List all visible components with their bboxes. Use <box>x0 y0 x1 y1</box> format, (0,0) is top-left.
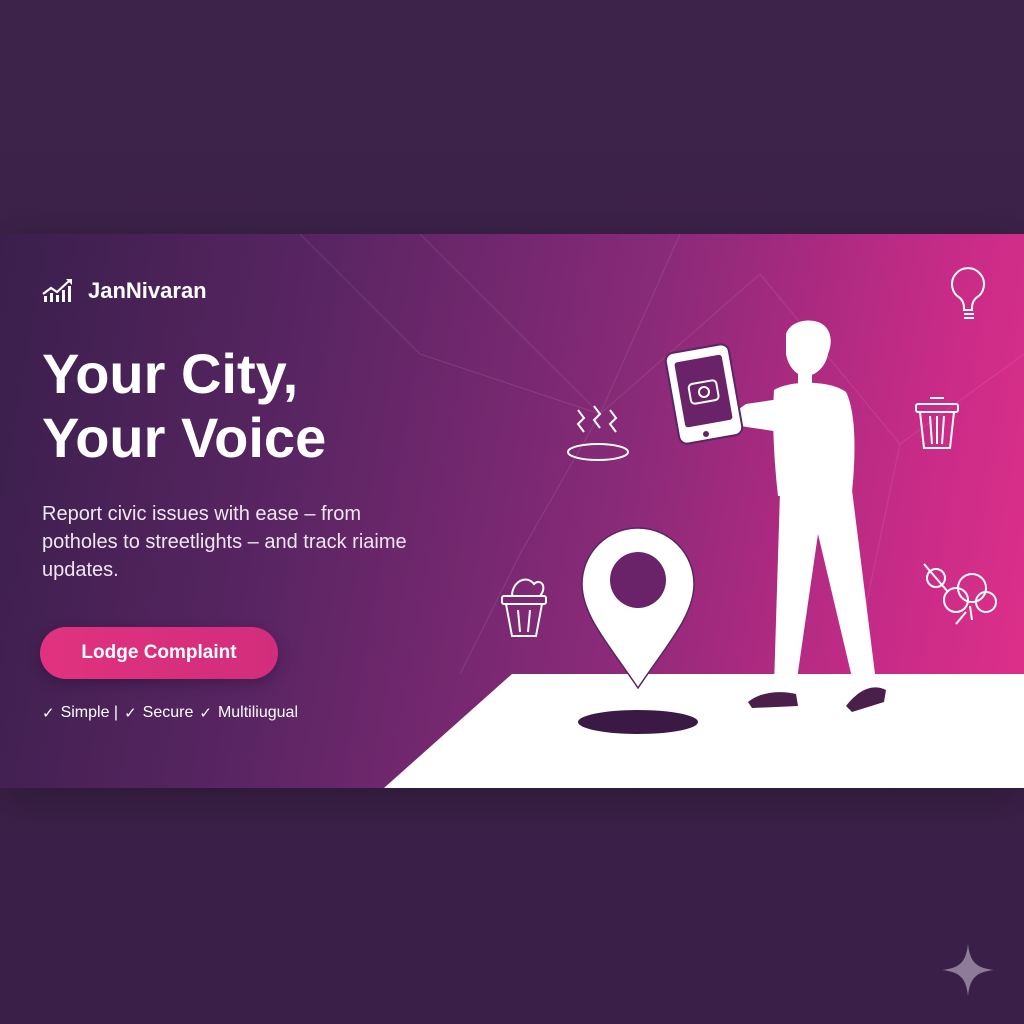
overflowing-bin-icon <box>501 578 547 637</box>
tree-icon <box>923 563 997 625</box>
location-pin-icon <box>581 527 695 690</box>
hero-illustration <box>384 267 1024 788</box>
trash-can-icon <box>915 397 959 449</box>
floor-plane <box>384 674 1024 788</box>
phone-camera-icon <box>664 343 744 445</box>
hero-banner: JanNivaran Your City, Your Voice Report … <box>0 234 1024 788</box>
pin-shadow <box>578 710 698 734</box>
person-figure <box>732 320 886 712</box>
electric-hazard-icon <box>567 405 629 461</box>
sparkle-icon <box>942 944 994 996</box>
lightbulb-icon <box>951 267 985 319</box>
page: JanNivaran Your City, Your Voice Report … <box>0 0 1024 1024</box>
